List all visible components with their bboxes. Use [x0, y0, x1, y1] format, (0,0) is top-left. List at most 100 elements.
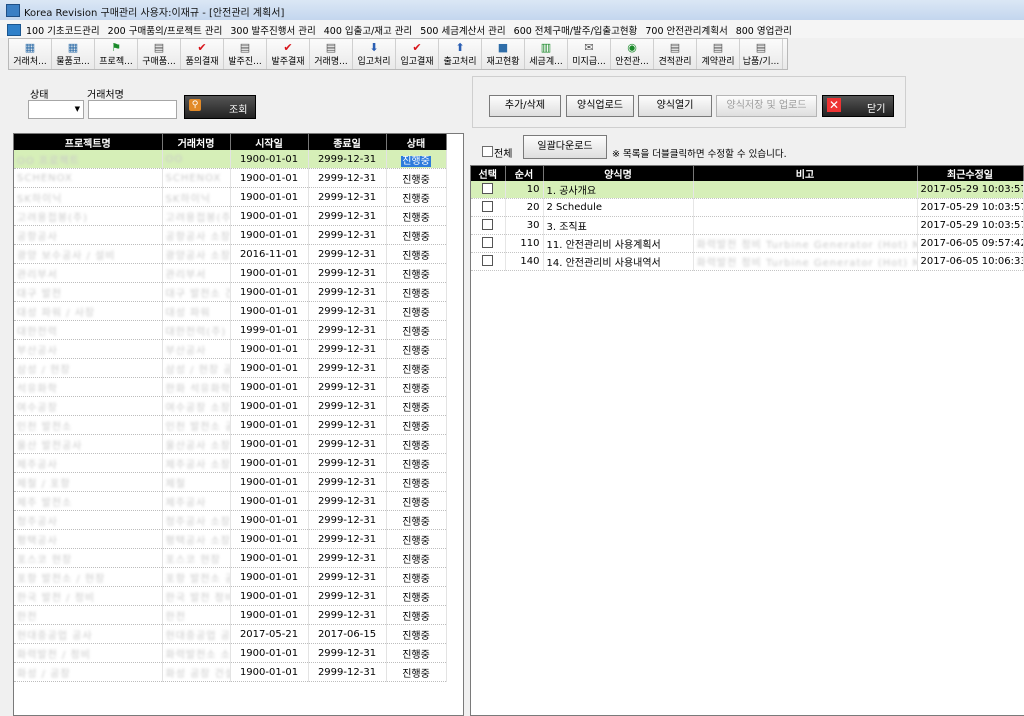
client-name-cell[interactable]: 부산공사	[162, 339, 231, 359]
end-date-cell[interactable]: 2999-12-31	[308, 586, 387, 606]
menu-item-inventory[interactable]: 400 입출고/재고 관리	[324, 23, 413, 37]
client-name-cell[interactable]: 화력발전소 소장	[162, 643, 231, 663]
status-cell[interactable]: 진행중	[386, 510, 447, 530]
project-name-cell[interactable]: 포스코 현장	[14, 548, 163, 568]
project-name-cell[interactable]: 부산공사	[14, 339, 163, 359]
client-name-cell[interactable]: 제주공사	[162, 491, 231, 511]
column-header-project[interactable]: 프로젝트명	[14, 134, 163, 150]
status-cell[interactable]: 진행중	[386, 605, 447, 625]
project-name-cell[interactable]: SK하이닉	[14, 187, 163, 207]
close-button[interactable]: ✕ 닫기	[822, 95, 894, 117]
status-cell[interactable]: 진행중	[386, 434, 447, 454]
status-cell[interactable]: 진행중	[386, 415, 447, 435]
toolbar-button[interactable]: ▤ 발주진...	[224, 39, 267, 69]
status-select[interactable]: ▼	[28, 100, 84, 119]
end-date-cell[interactable]: 2999-12-31	[308, 244, 387, 264]
client-name-cell[interactable]: 한전	[162, 605, 231, 625]
client-name-cell[interactable]: 고려용접봉(주)	[162, 206, 231, 226]
client-name-cell[interactable]: 현대중공업 공사	[162, 624, 231, 644]
client-name-cell[interactable]: 포항 발전소 공사	[162, 567, 231, 587]
status-cell[interactable]: 진행중	[386, 586, 447, 606]
toolbar-button[interactable]: ■ 재고현황	[482, 39, 525, 69]
end-date-cell[interactable]: 2999-12-31	[308, 510, 387, 530]
client-name-cell[interactable]: 울산공사 소장	[162, 434, 231, 454]
bulk-download-button[interactable]: 일괄다운로드	[523, 135, 607, 159]
end-date-cell[interactable]: 2999-12-31	[308, 415, 387, 435]
project-name-cell[interactable]: 청주공사	[14, 510, 163, 530]
project-name-cell[interactable]: 화력발전 / 정비	[14, 643, 163, 663]
table-row[interactable]: 석유화학 한화 석유화학 1900-01-01 2999-12-31 진행중	[14, 377, 447, 397]
start-date-cell[interactable]: 1900-01-01	[230, 434, 309, 454]
form-name-cell[interactable]: 1. 공사개요	[543, 181, 694, 199]
status-cell[interactable]: 진행중	[386, 339, 447, 359]
select-cell[interactable]	[471, 252, 506, 271]
table-row[interactable]: 제철 / 포항 제철 1900-01-01 2999-12-31 진행중	[14, 472, 447, 492]
status-cell[interactable]: 진행중	[386, 301, 447, 321]
select-all-checkbox[interactable]	[482, 146, 493, 157]
client-name-cell[interactable]: 대한전력(주)	[162, 320, 231, 340]
modified-date-cell[interactable]: 2017-05-29 10:03:57	[917, 198, 1024, 217]
project-name-cell[interactable]: 화성 / 공장	[14, 662, 163, 682]
toolbar-button[interactable]: ▤ 거래명...	[310, 39, 353, 69]
note-cell[interactable]	[693, 216, 918, 235]
status-cell[interactable]: 진행중	[386, 358, 447, 378]
menu-item-overview[interactable]: 600 전체구매/발주/입출고현황	[514, 23, 638, 37]
end-date-cell[interactable]: 2999-12-31	[308, 529, 387, 549]
table-row[interactable]: 여수공장 여수공장 소장 1900-01-01 2999-12-31 진행중	[14, 396, 447, 416]
start-date-cell[interactable]: 1900-01-01	[230, 548, 309, 568]
client-name-cell[interactable]: 삼성 / 현장 공사	[162, 358, 231, 378]
project-name-cell[interactable]: 한전	[14, 605, 163, 625]
menu-item-order[interactable]: 300 발주진행서 관리	[230, 23, 315, 37]
project-name-cell[interactable]: 여수공장	[14, 396, 163, 416]
project-name-cell[interactable]: 한국 발전 / 정비	[14, 586, 163, 606]
end-date-cell[interactable]: 2999-12-31	[308, 282, 387, 302]
form-open-button[interactable]: 양식열기	[638, 95, 712, 117]
column-header-form-name[interactable]: 양식명	[543, 166, 694, 181]
table-row[interactable]: 한국 발전 / 정비 한국 발전 정비 1900-01-01 2999-12-31 진행…	[14, 586, 447, 606]
status-cell[interactable]: 진행중	[386, 225, 447, 245]
client-name-cell[interactable]: SK하이닉	[162, 187, 231, 207]
table-row[interactable]: 평택공사 평택공사 소장 1900-01-01 2999-12-31 진행중	[14, 529, 447, 549]
status-cell[interactable]: 진행중	[386, 396, 447, 416]
select-cell[interactable]	[471, 181, 506, 199]
project-name-cell[interactable]: 광양 보수공사 / 설비	[14, 244, 163, 264]
end-date-cell[interactable]: 2999-12-31	[308, 643, 387, 663]
form-name-cell[interactable]: 3. 조직표	[543, 216, 694, 235]
start-date-cell[interactable]: 1900-01-01	[230, 358, 309, 378]
start-date-cell[interactable]: 1900-01-01	[230, 301, 309, 321]
project-name-cell[interactable]: 포항 발전소 / 현장	[14, 567, 163, 587]
row-checkbox[interactable]	[482, 254, 494, 266]
menu-item-safety-plan[interactable]: 700 안전관리계획서	[645, 23, 727, 37]
end-date-cell[interactable]: 2999-12-31	[308, 206, 387, 226]
status-cell[interactable]: 진행중	[386, 244, 447, 264]
start-date-cell[interactable]: 1900-01-01	[230, 510, 309, 530]
start-date-cell[interactable]: 1900-01-01	[230, 396, 309, 416]
client-name-cell[interactable]: 대성 파워	[162, 301, 231, 321]
table-row[interactable]: 제주공사 제주공사 소장 1900-01-01 2999-12-31 진행중	[14, 453, 447, 473]
end-date-cell[interactable]: 2999-12-31	[308, 567, 387, 587]
table-row[interactable]: 광양 보수공사 / 설비 광양공사 소장 2016-11-01 2999-12-31 진…	[14, 244, 447, 264]
row-checkbox[interactable]	[482, 218, 494, 230]
select-cell[interactable]	[471, 234, 506, 253]
note-cell[interactable]	[693, 181, 918, 199]
toolbar-button[interactable]: ▦ 거래처...	[9, 39, 52, 69]
toolbar-button[interactable]: ✔ 품의결재	[181, 39, 224, 69]
form-upload-button[interactable]: 양식업로드	[566, 95, 634, 117]
project-name-cell[interactable]: 제주 발전소	[14, 491, 163, 511]
project-name-cell[interactable]: 대한전력	[14, 320, 163, 340]
table-row[interactable]: OO 프로젝트 OO 1900-01-01 2999-12-31 진행중	[14, 150, 447, 169]
column-header-client[interactable]: 거래처명	[162, 134, 231, 150]
note-cell[interactable]	[693, 198, 918, 217]
end-date-cell[interactable]: 2999-12-31	[308, 548, 387, 568]
project-name-cell[interactable]: 대성 파워 / 사장	[14, 301, 163, 321]
menu-item-tax-invoice[interactable]: 500 세금계산서 관리	[420, 23, 505, 37]
start-date-cell[interactable]: 1900-01-01	[230, 472, 309, 492]
status-cell[interactable]: 진행중	[386, 187, 447, 207]
row-checkbox[interactable]	[482, 236, 494, 248]
client-name-cell[interactable]: OO	[162, 150, 231, 169]
start-date-cell[interactable]: 1900-01-01	[230, 168, 309, 188]
list-item[interactable]: 110 11. 안전관리비 사용계획서 화력발전 정비 Turbine Genera…	[471, 234, 1024, 253]
project-name-cell[interactable]: 현대중공업 공사	[14, 624, 163, 644]
table-row[interactable]: 고려용접봉(주) 고려용접봉(주) 1900-01-01 2999-12-31 진행중	[14, 206, 447, 226]
client-name-cell[interactable]: 청주공사 소장	[162, 510, 231, 530]
